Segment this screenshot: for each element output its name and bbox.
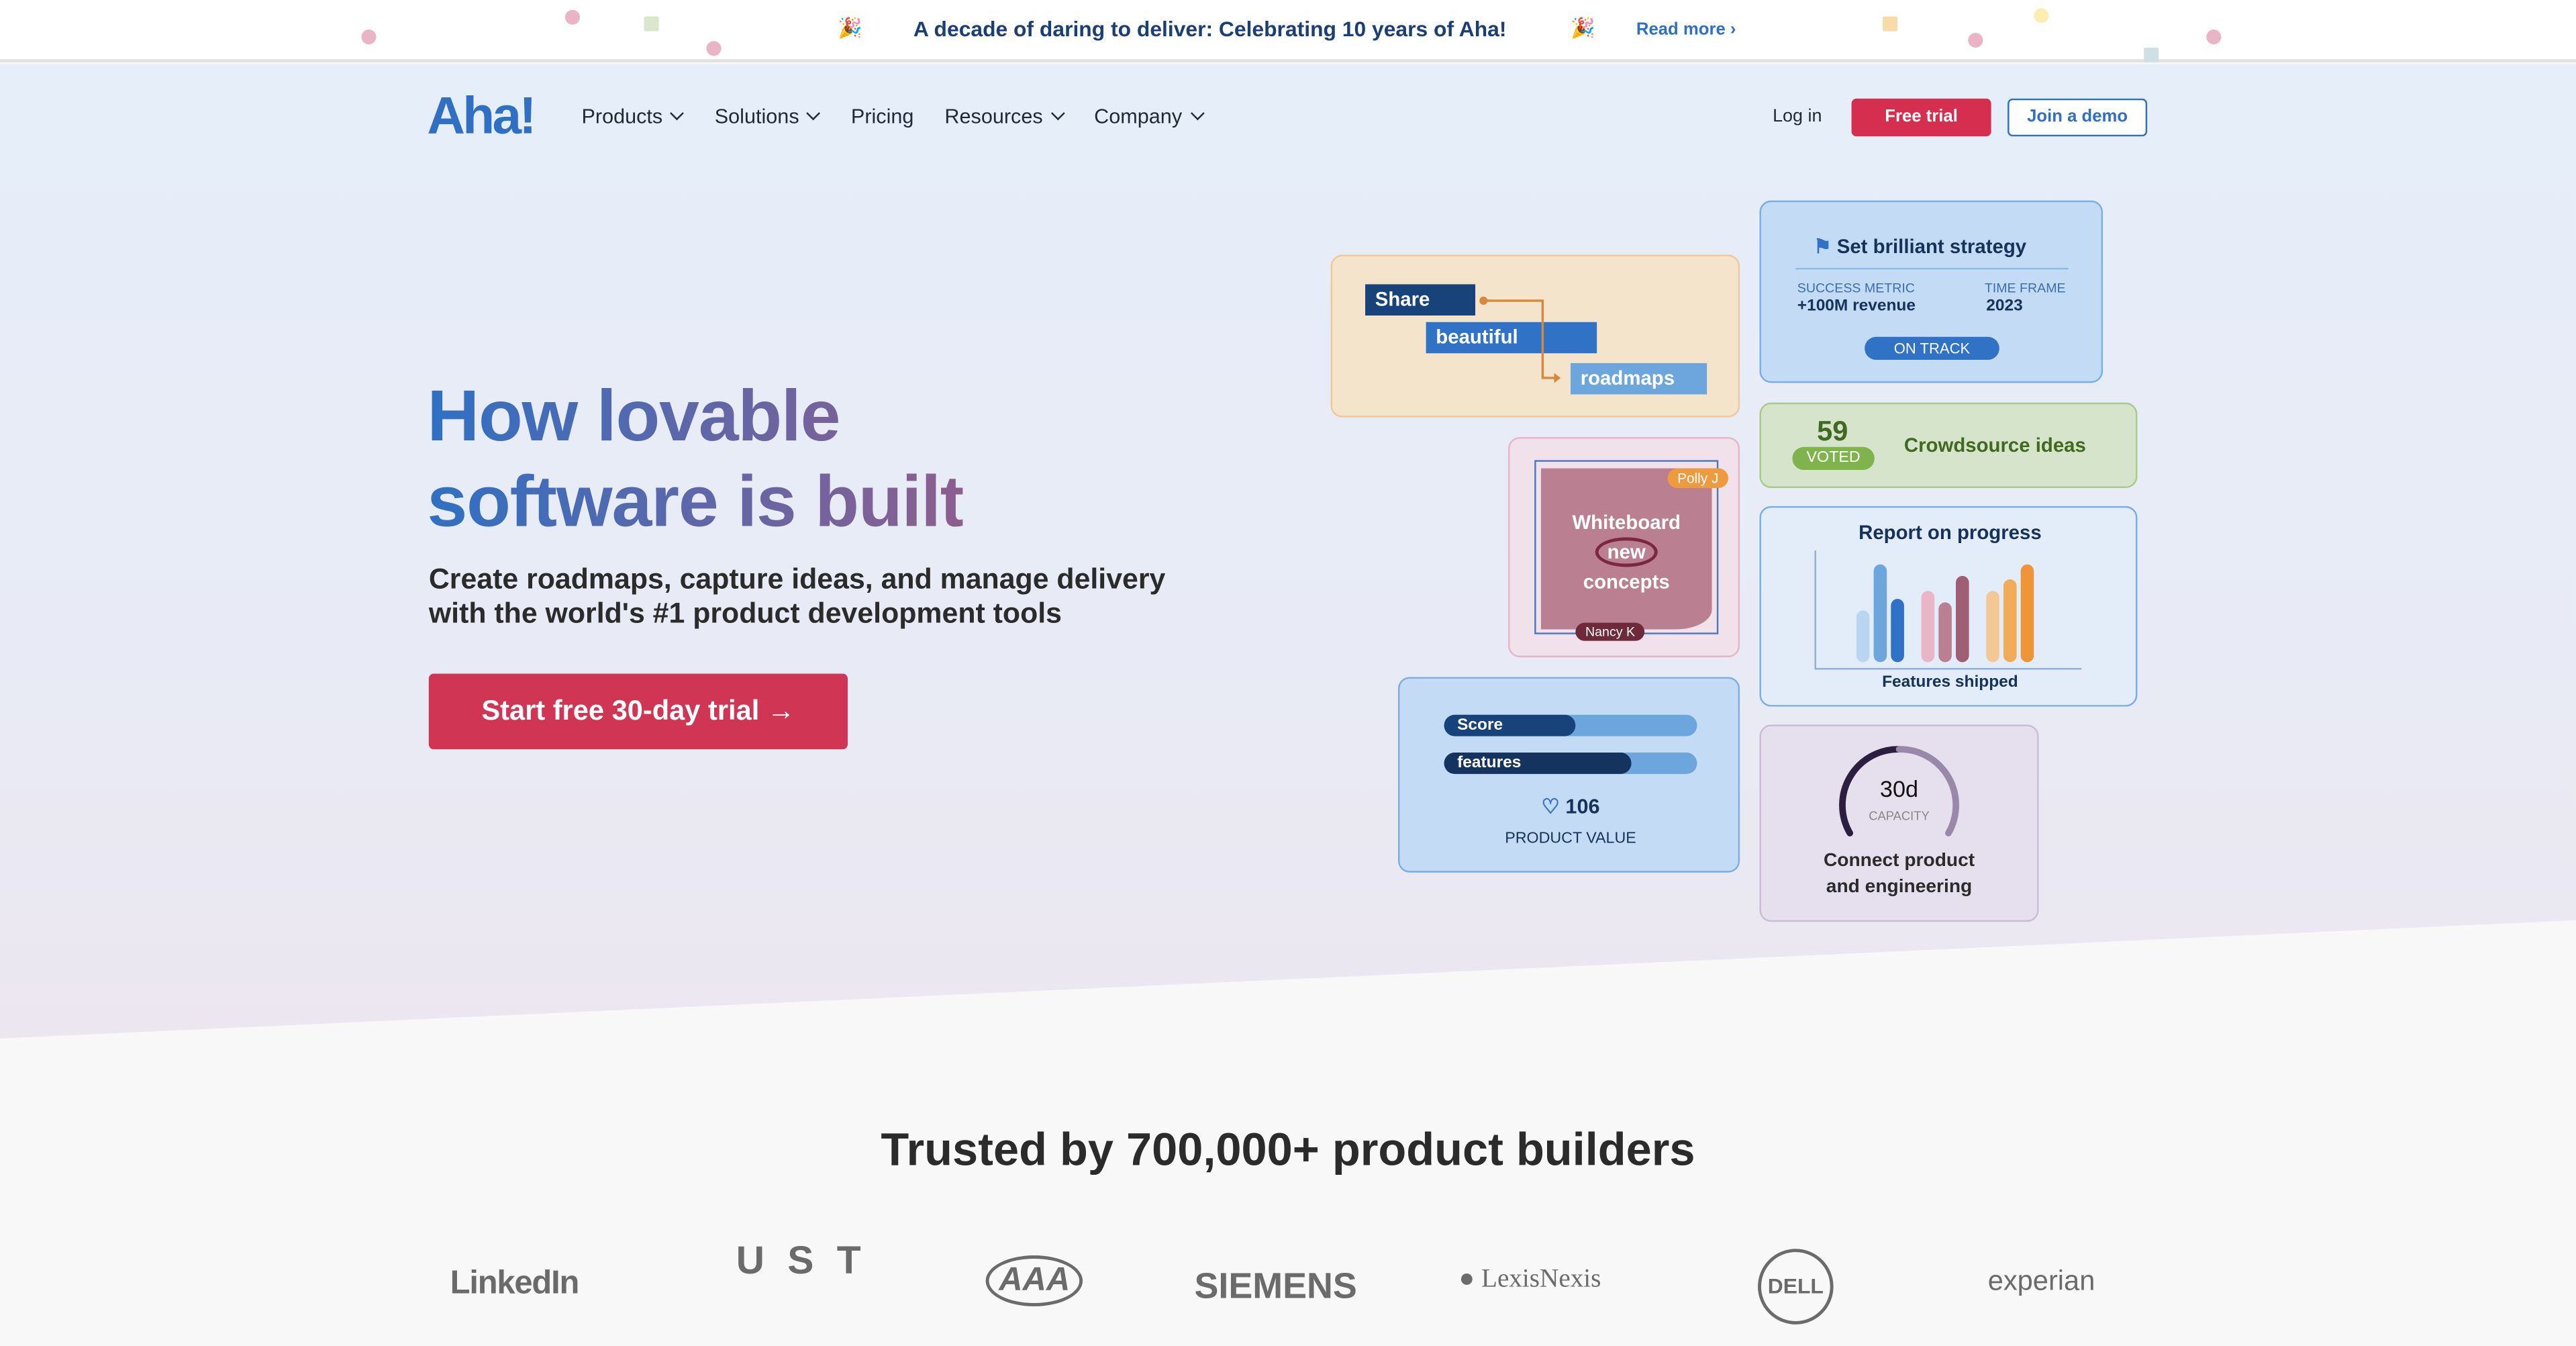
- slider-label: features: [1457, 754, 1522, 773]
- trusted-heading: Trusted by 700,000+ product builders: [881, 1124, 1695, 1175]
- note-text: concepts: [1583, 570, 1670, 593]
- chart-bar: [2003, 579, 2017, 663]
- read-more-link[interactable]: Read more ›: [1636, 19, 1736, 39]
- metric-label: SUCCESS METRIC: [1797, 281, 1915, 296]
- hero-title: How lovable software is built: [427, 375, 963, 546]
- features-slider[interactable]: features: [1444, 753, 1697, 774]
- nav-company[interactable]: Company: [1094, 105, 1204, 128]
- free-trial-button[interactable]: Free trial: [1851, 98, 1991, 137]
- slider-label: Score: [1457, 716, 1503, 735]
- circled-word: new: [1595, 537, 1657, 567]
- nav-label: Resources: [944, 105, 1043, 128]
- siemens-logo: SIEMENS: [1194, 1265, 1357, 1306]
- chart-bar: [2020, 564, 2034, 663]
- start-trial-button[interactable]: Start free 30-day trial →: [428, 673, 848, 750]
- status-badge: ON TRACK: [1865, 336, 1999, 360]
- card-title: Report on progress: [1859, 520, 2042, 544]
- card-title: Crowdsource ideas: [1903, 434, 2086, 457]
- metric-value: +100M revenue: [1797, 297, 1916, 316]
- note-text: Whiteboard: [1572, 511, 1681, 534]
- nav-resources[interactable]: Resources: [944, 105, 1065, 128]
- chart-bar: [1938, 602, 1952, 663]
- hero-title-line: software is built: [427, 461, 964, 542]
- subtitle-line: Create roadmaps, capture ideas, and mana…: [428, 562, 1166, 595]
- hero-subtitle: Create roadmaps, capture ideas, and mana…: [429, 562, 1166, 631]
- time-label: TIME FRAME: [1984, 281, 2066, 296]
- card-title: Set brilliant strategy: [1836, 235, 2027, 258]
- nav-label: Solutions: [714, 105, 799, 128]
- nav-label: Company: [1094, 105, 1183, 128]
- nav-solutions[interactable]: Solutions: [714, 105, 822, 128]
- logo-text: LexisNexis: [1481, 1265, 1601, 1294]
- report-card: Report on progress Features shipped: [1759, 506, 2138, 707]
- chart-bar: [1921, 591, 1935, 663]
- chart-bar: [1955, 575, 1969, 663]
- score-slider[interactable]: Score: [1444, 714, 1697, 736]
- capacity-card: 30d CAPACITY Connect product and engineer…: [1759, 724, 2039, 922]
- join-demo-button[interactable]: Join a demo: [2008, 98, 2148, 137]
- nav-products[interactable]: Products: [581, 105, 685, 128]
- dependency-arrow: [1479, 296, 1561, 383]
- user-cursor-label: Polly J: [1667, 468, 1729, 488]
- chart-bar: [1873, 564, 1887, 663]
- chevron-down-icon: [807, 106, 822, 121]
- nav-label: Pricing: [850, 105, 914, 128]
- heart-value-icon: ♡: [1541, 795, 1566, 818]
- party-popper-icon: 🎉: [1571, 16, 1595, 40]
- dell-logo: DELL: [1758, 1249, 1834, 1325]
- ust-logo: UST: [736, 1239, 884, 1284]
- product-value: 106: [1565, 795, 1600, 818]
- strategy-card: ⚑ Set brilliant strategy SUCCESS METRIC …: [1759, 200, 2103, 383]
- product-value-label: PRODUCT VALUE: [1505, 830, 1636, 849]
- chevron-down-icon: [1189, 106, 1204, 121]
- card-title: Connect product: [1823, 851, 1975, 871]
- hero-title-line: How lovable: [427, 376, 840, 457]
- banner-text: A decade of daring to deliver: Celebrati…: [913, 16, 1507, 42]
- card-title: and engineering: [1826, 877, 1973, 898]
- time-value: 2023: [1986, 297, 2023, 316]
- capacity-value: 30d: [1879, 775, 1919, 802]
- chart-caption: Features shipped: [1882, 673, 2018, 692]
- experian-logo: experian: [1987, 1265, 2095, 1297]
- announcement-banner: 🎉 A decade of daring to deliver: Celebra…: [0, 0, 2576, 63]
- aha-logo[interactable]: Aha!: [427, 85, 536, 146]
- vote-count: 59: [1817, 416, 1848, 447]
- login-link[interactable]: Log in: [1773, 107, 1822, 126]
- chart-bar: [1986, 591, 1999, 663]
- chart-bar: [1891, 599, 1904, 663]
- chevron-down-icon: [670, 106, 685, 121]
- hero-background: [0, 64, 2576, 1039]
- lexisnexis-logo: ● LexisNexis: [1458, 1265, 1601, 1294]
- nav-label: Products: [581, 105, 663, 128]
- roadmap-card: Share beautiful roadmaps: [1330, 254, 1740, 418]
- aaa-logo: AAA: [985, 1255, 1083, 1306]
- whiteboard-card: Whiteboard new concepts Polly J Nancy K: [1507, 437, 1740, 658]
- capacity-label: CAPACITY: [1869, 808, 1930, 824]
- score-card: Score features ♡ 106 PRODUCT VALUE: [1397, 677, 1740, 873]
- flag-icon: ⚑: [1814, 235, 1837, 258]
- party-popper-icon: 🎉: [838, 16, 862, 40]
- chart-bar: [1856, 610, 1870, 663]
- subtitle-line: with the world's #1 product development …: [428, 596, 1062, 630]
- voted-badge: VOTED: [1792, 446, 1875, 471]
- nav-pricing[interactable]: Pricing: [851, 105, 914, 128]
- features-bar-chart: [1814, 550, 2082, 670]
- linkedin-logo: LinkedIn: [450, 1265, 580, 1302]
- chevron-down-icon: [1050, 106, 1065, 121]
- user-cursor-label: Nancy K: [1575, 622, 1645, 641]
- ideas-card: 59 VOTED Crowdsource ideas: [1759, 402, 2138, 488]
- note-text-circled: new: [1541, 537, 1712, 567]
